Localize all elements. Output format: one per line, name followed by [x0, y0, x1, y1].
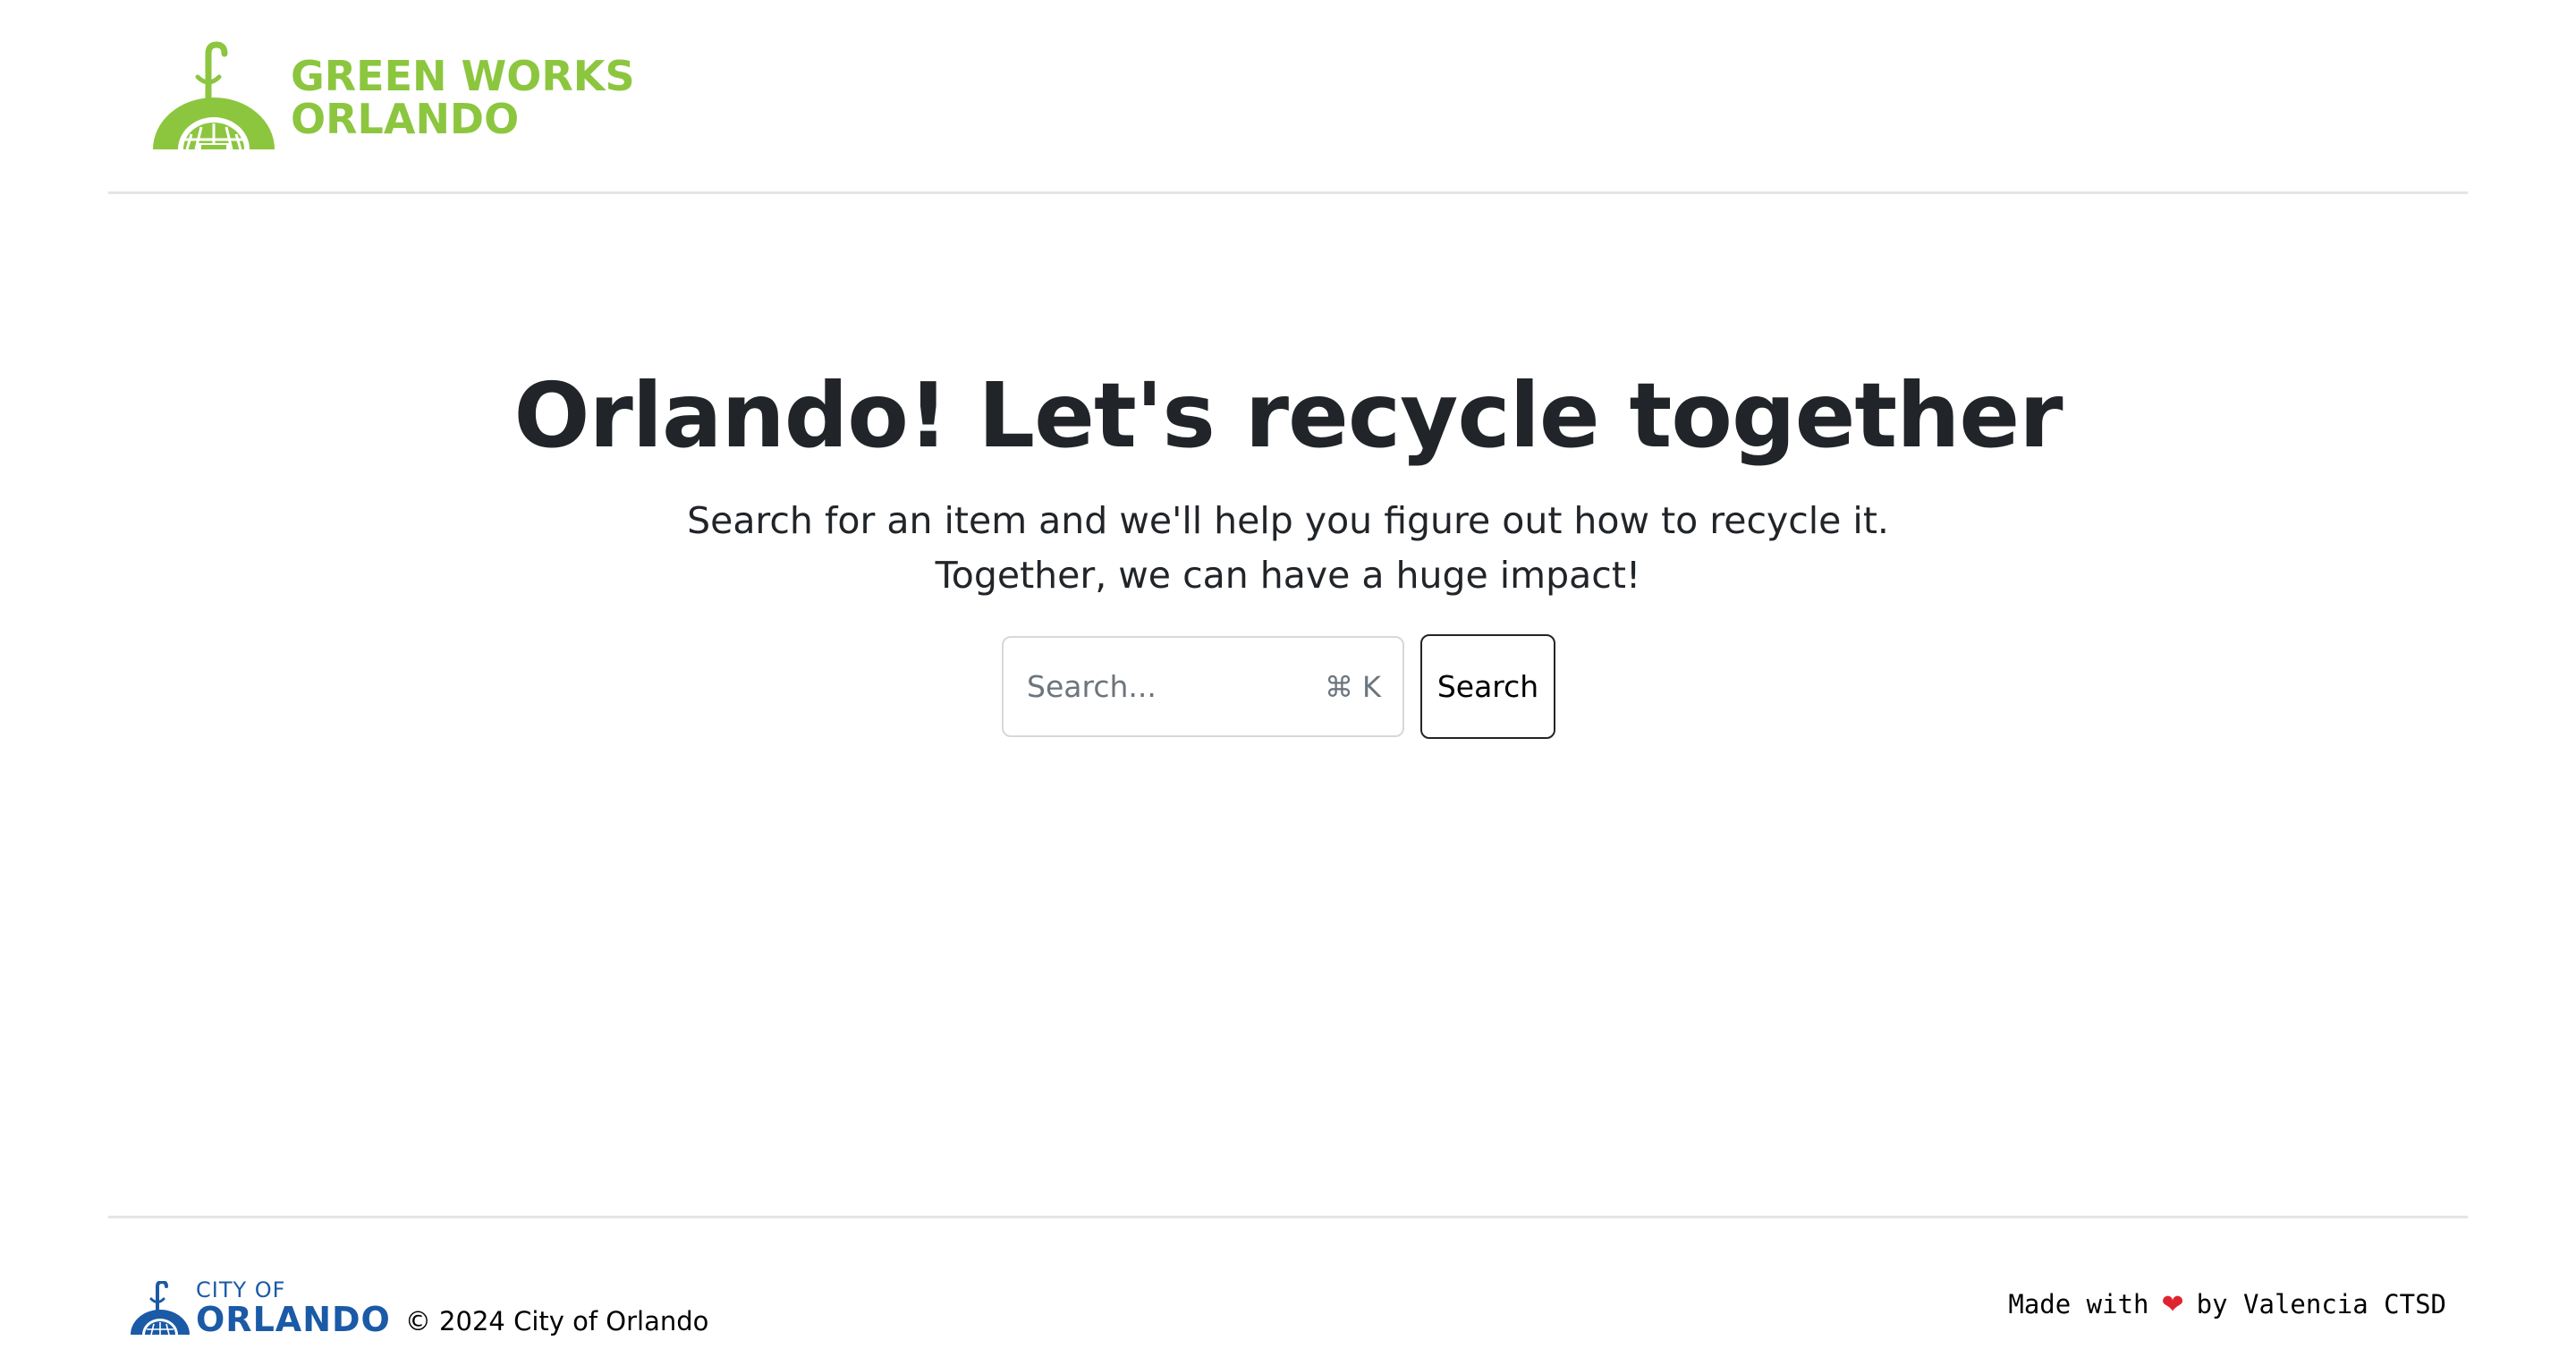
search-box[interactable]: ⌘ K — [1002, 636, 1404, 737]
hero-subtitle: Search for an item and we'll help you fi… — [687, 499, 1889, 597]
green-works-logo-text: GREEN WORKS ORLANDO — [291, 55, 635, 140]
city-of-orlando-logo[interactable]: CITY OF ORLANDO — [130, 1276, 391, 1336]
page-title: Orlando! Let's recycle together — [513, 363, 2063, 468]
green-works-orlando-logo[interactable]: GREEN WORKS ORLANDO — [151, 41, 652, 153]
city-logo-text: CITY OF ORLANDO — [196, 1279, 391, 1336]
site-header: GREEN WORKS ORLANDO — [108, 0, 2468, 194]
search-form: ⌘ K Search — [1002, 634, 1555, 739]
command-key-icon: ⌘ — [1325, 669, 1354, 704]
logo-line-1: GREEN WORKS — [291, 51, 635, 100]
site-footer: CITY OF ORLANDO © 2024 City of Orlando M… — [108, 1216, 2468, 1366]
footer-left: CITY OF ORLANDO © 2024 City of Orlando — [130, 1276, 708, 1336]
search-button[interactable]: Search — [1420, 634, 1555, 739]
heart-icon: ❤ — [2161, 1288, 2184, 1320]
city-logo-line-1: CITY OF — [196, 1277, 286, 1302]
keyboard-shortcut-hint: ⌘ K — [1325, 638, 1381, 735]
footer-credit: Made with ❤ by Valencia CTSD — [2008, 1277, 2446, 1331]
logo-line-2: ORLANDO — [291, 94, 520, 143]
shortcut-key: K — [1362, 669, 1381, 704]
credit-suffix: by Valencia CTSD — [2196, 1289, 2446, 1319]
city-logo-line-2: ORLANDO — [196, 1300, 391, 1339]
hero-section: Orlando! Let's recycle together Search f… — [0, 340, 2576, 603]
city-of-orlando-dome-icon — [131, 1281, 190, 1336]
green-works-dome-sprout-icon — [153, 41, 275, 150]
copyright-text: © 2024 City of Orlando — [404, 1306, 709, 1336]
search-input[interactable] — [1004, 637, 1297, 736]
credit-prefix: Made with — [2008, 1289, 2149, 1319]
